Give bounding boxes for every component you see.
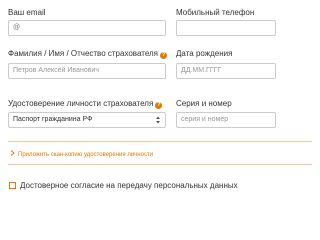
series-number-label: Серия и номер [176, 99, 232, 108]
question-circle-icon[interactable]: ? [160, 52, 167, 59]
series-number-input[interactable]: серия и номер [176, 112, 276, 128]
attach-scan-link[interactable]: Приложить скан-копию удостоверения лично… [10, 150, 153, 159]
identity-doc-select[interactable]: Паспорт гражданина РФ [8, 112, 166, 128]
attach-scan-label: Приложить скан-копию удостоверения лично… [18, 152, 154, 158]
full-name-input[interactable]: Петров Алексей Иванович [8, 63, 166, 79]
phone-input[interactable] [176, 20, 276, 36]
question-circle-icon[interactable]: ? [155, 102, 163, 109]
birth-date-input[interactable]: ДД.ММ.ГГГГ [176, 63, 276, 79]
phone-label: Мобильный телефон [176, 8, 255, 17]
birth-date-label: Дата рождения [176, 49, 233, 58]
identity-doc-label-row: Удостоверение личности страхователя? [8, 99, 163, 109]
consent-checkbox[interactable] [9, 182, 16, 189]
select-arrows-icon [156, 116, 160, 124]
attach-divider-top [8, 141, 312, 142]
email-input[interactable]: @ [8, 20, 166, 36]
attach-divider-bottom [8, 164, 312, 165]
full-name-label-row: Фамилия / Имя / Отчество страхователя? [8, 49, 167, 59]
identity-doc-label: Удостоверение личности страхователя [8, 99, 154, 108]
full-name-label: Фамилия / Имя / Отчество страхователя [8, 49, 158, 58]
email-label: Ваш email [8, 8, 46, 17]
consent-label[interactable]: Достоверное согласие на передачу персона… [20, 181, 238, 191]
chevron-right-icon [10, 150, 15, 156]
identity-doc-selected: Паспорт гражданина РФ [13, 116, 93, 123]
